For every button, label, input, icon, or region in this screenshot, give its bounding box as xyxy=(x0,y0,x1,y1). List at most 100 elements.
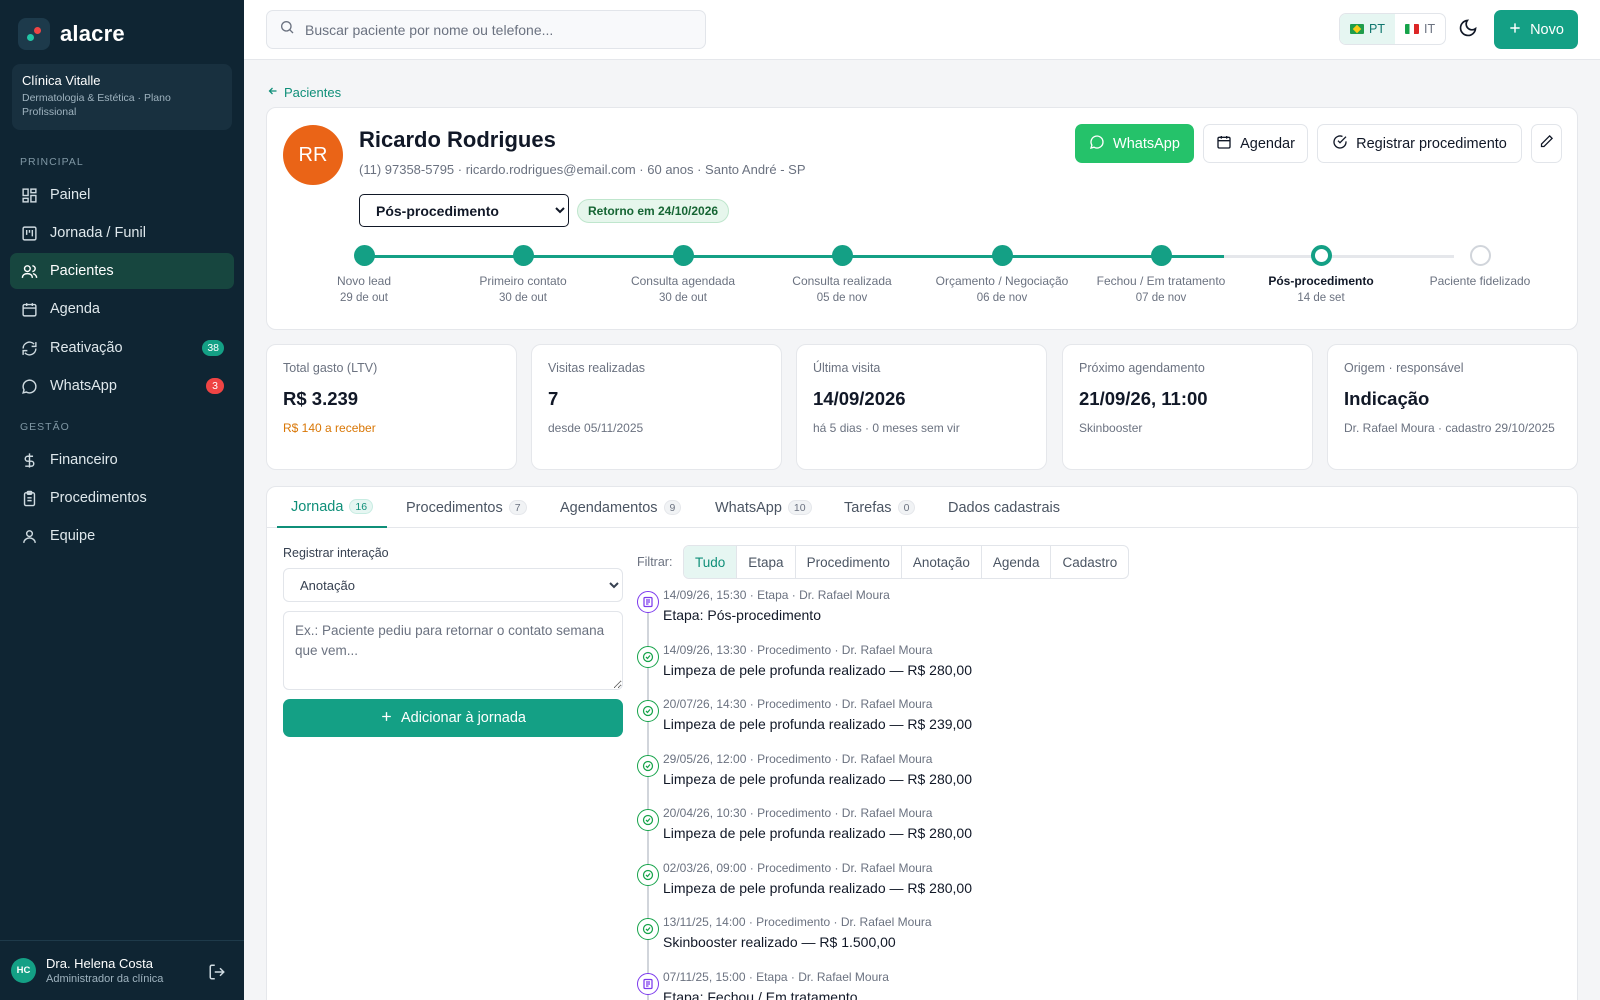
sidebar-item-label: WhatsApp xyxy=(50,378,117,394)
search-icon xyxy=(279,19,295,40)
step-fidelizado[interactable]: Paciente fidelizado xyxy=(1400,243,1560,288)
tab-agendamentos[interactable]: Agendamentos 9 xyxy=(560,487,682,528)
sidebar-item-whatsapp[interactable]: WhatsApp 3 xyxy=(10,368,234,404)
filter-etapa[interactable]: Etapa xyxy=(737,546,796,578)
timeline-text: Limpeza de pele profunda realizado — R$ … xyxy=(663,661,972,678)
tab-procedimentos[interactable]: Procedimentos 7 xyxy=(406,487,527,528)
tab-count: 9 xyxy=(663,500,682,515)
timeline-text: Etapa: Pós-procedimento xyxy=(663,607,821,623)
kpi-card-ltv: Total gasto (LTV) R$ 3.239 R$ 140 a rece… xyxy=(266,344,517,470)
tab-dados-cadastrais[interactable]: Dados cadastrais xyxy=(948,487,1060,528)
step-novo-lead[interactable]: Novo lead 29 de out xyxy=(284,243,444,304)
sidebar-item-label: Painel xyxy=(50,187,91,203)
timeline-meta: 14/09/26, 15:30 · Etapa · Dr. Rafael Mou… xyxy=(663,588,890,602)
timeline-item[interactable]: 13/11/25, 14:00 · Procedimento · Dr. Raf… xyxy=(637,914,1537,969)
interaction-note-input[interactable] xyxy=(283,611,623,690)
sidebar-item-financeiro[interactable]: Financeiro xyxy=(10,442,234,478)
sidebar-item-agenda[interactable]: Agenda xyxy=(10,291,234,327)
sidebar-item-equipe[interactable]: Equipe xyxy=(10,518,234,554)
step-primeiro-contato[interactable]: Primeiro contato 30 de out xyxy=(443,243,603,304)
whatsapp-button-label: WhatsApp xyxy=(1113,135,1180,152)
back-to-patients-link[interactable]: Pacientes xyxy=(267,85,341,100)
interaction-type-select[interactable]: Anotação xyxy=(283,568,623,602)
filter-tudo[interactable]: Tudo xyxy=(684,546,738,578)
section-label-gestao: GESTÃO xyxy=(20,421,70,433)
timeline-item[interactable]: 14/09/26, 13:30 · Procedimento · Dr. Raf… xyxy=(637,642,1537,697)
timeline-text: Skinbooster realizado — R$ 1.500,00 xyxy=(663,934,896,950)
search-input[interactable] xyxy=(305,21,685,38)
timeline-item[interactable]: 29/05/26, 12:00 · Procedimento · Dr. Raf… xyxy=(637,751,1537,806)
timeline-item[interactable]: 02/03/26, 09:00 · Procedimento · Dr. Raf… xyxy=(637,860,1537,915)
moon-icon[interactable] xyxy=(1458,18,1480,40)
timeline-meta: 29/05/26, 12:00 · Procedimento · Dr. Raf… xyxy=(663,751,933,766)
tab-label: Agendamentos xyxy=(560,499,658,516)
step-label: Pós-procedimento xyxy=(1268,274,1374,288)
brand[interactable]: alacre xyxy=(18,18,125,50)
filter-procedimento[interactable]: Procedimento xyxy=(796,546,902,578)
funnel-board-icon xyxy=(20,224,38,242)
tab-jornada[interactable]: Jornada 16 xyxy=(277,487,388,528)
arrow-left-icon xyxy=(267,85,279,100)
step-label: Consulta realizada xyxy=(792,274,892,288)
users-icon xyxy=(20,262,38,280)
stage-select[interactable]: Pós-procedimento xyxy=(359,194,569,227)
edit-button[interactable] xyxy=(1531,124,1562,163)
schedule-button[interactable]: Agendar xyxy=(1203,124,1308,163)
sidebar-item-painel[interactable]: Painel xyxy=(10,177,234,213)
journey-timeline: 14/09/26, 15:30 · Etapa · Dr. Rafael Mou… xyxy=(637,587,1537,1000)
tab-tarefas[interactable]: Tarefas 0 xyxy=(844,487,916,528)
step-consulta-realizada[interactable]: Consulta realizada 05 de nov xyxy=(762,243,922,304)
step-label: Fechou / Em tratamento xyxy=(1096,274,1226,288)
kpi-sub: Dr. Rafael Moura · cadastro 29/10/2025 xyxy=(1344,421,1555,435)
section-label-principal: PRINCIPAL xyxy=(20,156,84,168)
step-dot xyxy=(991,245,1013,266)
brazil-flag-icon xyxy=(1350,24,1364,34)
timeline-item[interactable]: 07/11/25, 15:00 · Etapa · Dr. Rafael Mou… xyxy=(637,969,1537,1000)
timeline-text: Limpeza de pele profunda realizado — R$ … xyxy=(663,879,972,896)
patient-avatar: RR xyxy=(283,125,343,185)
language-switcher: PT IT xyxy=(1339,13,1447,45)
whatsapp-button[interactable]: WhatsApp xyxy=(1075,124,1194,163)
clinic-card[interactable]: Clínica Vitalle Dermatologia & Estética … xyxy=(12,64,232,130)
tab-label: Jornada xyxy=(291,498,344,515)
new-button[interactable]: Novo xyxy=(1494,10,1578,49)
timeline-item[interactable]: 14/09/26, 15:30 · Etapa · Dr. Rafael Mou… xyxy=(637,587,1537,642)
lang-it-button[interactable]: IT xyxy=(1395,14,1445,44)
tab-whatsapp[interactable]: WhatsApp 10 xyxy=(715,487,812,528)
step-label: Consulta agendada xyxy=(630,274,736,288)
step-date: 14 de set xyxy=(1297,292,1345,304)
tab-count: 10 xyxy=(787,500,812,515)
user-profile[interactable]: HC Dra. Helena Costa Administrador da cl… xyxy=(0,940,244,1000)
logout-icon[interactable] xyxy=(208,963,226,981)
back-link-label: Pacientes xyxy=(284,85,342,100)
timeline-text: Etapa: Fechou / Em tratamento xyxy=(663,988,858,1000)
sidebar-item-pacientes[interactable]: Pacientes xyxy=(10,253,234,289)
add-to-journey-button[interactable]: Adicionar à jornada xyxy=(283,699,623,737)
kpi-label: Próximo agendamento xyxy=(1079,361,1205,375)
timeline-text: Limpeza de pele profunda realizado — R$ … xyxy=(663,716,972,732)
step-orcamento[interactable]: Orçamento / Negociação 06 de nov xyxy=(922,243,1082,304)
whatsapp-count-badge: 3 xyxy=(206,378,224,394)
timeline-item[interactable]: 20/04/26, 10:30 · Procedimento · Dr. Raf… xyxy=(637,805,1537,860)
step-fechou[interactable]: Fechou / Em tratamento 07 de nov xyxy=(1081,243,1241,304)
step-consulta-agendada[interactable]: Consulta agendada 30 de out xyxy=(603,243,763,304)
timeline-item[interactable]: 20/07/26, 14:30 · Procedimento · Dr. Raf… xyxy=(637,696,1537,751)
step-pos-procedimento[interactable]: Pós-procedimento 14 de set xyxy=(1241,243,1401,304)
kpi-sub: R$ 140 a receber xyxy=(283,421,376,435)
step-date: 30 de out xyxy=(499,292,547,304)
user-name: Dra. Helena Costa xyxy=(46,956,153,971)
journey-card: Jornada 16 Procedimentos 7 Agendamentos … xyxy=(266,486,1579,1000)
patient-name: Ricardo Rodrigues xyxy=(359,127,556,152)
filter-agenda[interactable]: Agenda xyxy=(982,546,1052,578)
lang-pt-button[interactable]: PT xyxy=(1340,14,1395,44)
search-box[interactable] xyxy=(266,10,706,49)
filter-anotacao[interactable]: Anotação xyxy=(902,546,982,578)
sidebar-item-jornada[interactable]: Jornada / Funil xyxy=(10,215,234,251)
sidebar-item-procedimentos[interactable]: Procedimentos xyxy=(10,480,234,516)
lang-pt-label: PT xyxy=(1369,22,1385,36)
sidebar-item-label: Financeiro xyxy=(50,452,118,468)
sidebar-item-reativacao[interactable]: Reativação 38 xyxy=(10,330,234,366)
filter-cadastro[interactable]: Cadastro xyxy=(1051,546,1128,578)
register-procedure-button[interactable]: Registrar procedimento xyxy=(1317,124,1522,163)
kpi-sub: há 5 dias · 0 meses sem vir xyxy=(813,421,960,435)
